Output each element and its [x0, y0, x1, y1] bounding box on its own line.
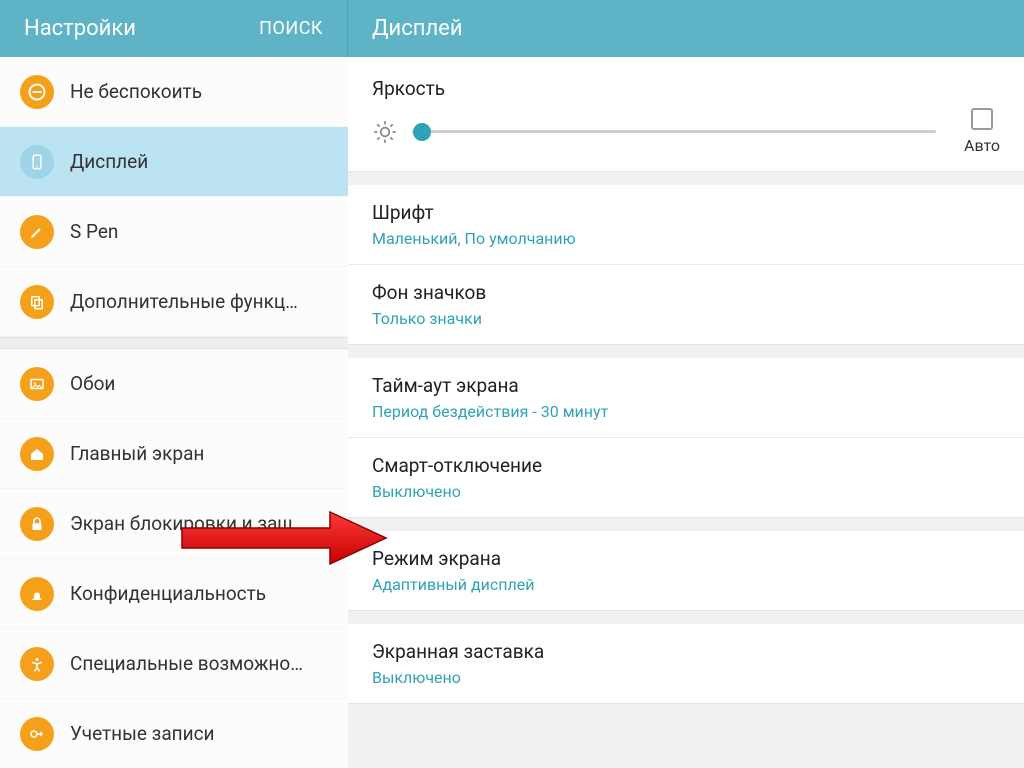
sidebar-item-label: Дисплей: [70, 150, 148, 173]
sidebar-list: Не беспокоить Дисплей S Pen Дополнительн…: [0, 57, 348, 768]
sidebar-item-wallpaper[interactable]: Обои: [0, 349, 348, 419]
sidebar-item-label: Учетные записи: [70, 722, 215, 745]
copy-icon: [20, 285, 54, 319]
row-sub: Адаптивный дисплей: [372, 575, 1000, 594]
row-title: Режим экрана: [372, 547, 1000, 570]
section-gap: [348, 611, 1024, 624]
section-gap: [348, 518, 1024, 531]
sidebar-header: Настройки ПОИСК: [0, 0, 348, 57]
home-icon: [20, 437, 54, 471]
brightness-section: Яркость Авто: [348, 57, 1024, 172]
row-sub: Выключено: [372, 482, 1000, 501]
row-title: Шрифт: [372, 201, 1000, 224]
brightness-row: Яркость Авто: [348, 57, 1024, 171]
sidebar-item-accounts[interactable]: Учетные записи: [0, 699, 348, 768]
sidebar-divider: [0, 337, 348, 349]
timeout-section: Тайм-аут экрана Период бездействия - 30 …: [348, 358, 1024, 518]
saver-section: Экранная заставка Выключено: [348, 624, 1024, 704]
row-screenmode[interactable]: Режим экрана Адаптивный дисплей: [348, 531, 1024, 610]
sidebar-item-privacy[interactable]: Конфиденциальность: [0, 559, 348, 629]
content-header: Дисплей: [348, 0, 1024, 57]
content: Дисплей Яркость Авто: [348, 0, 1024, 768]
sidebar-item-label: Конфиденциальность: [70, 582, 266, 605]
siren-icon: [20, 577, 54, 611]
row-timeout[interactable]: Тайм-аут экрана Период бездействия - 30 …: [348, 358, 1024, 437]
sidebar-item-label: Дополнительные функц…: [70, 290, 298, 313]
sidebar: Настройки ПОИСК Не беспокоить Дисплей: [0, 0, 348, 768]
sidebar-item-lock[interactable]: Экран блокировки и защ…: [0, 489, 348, 559]
auto-brightness-toggle[interactable]: Авто: [964, 108, 1000, 155]
brightness-control: Авто: [372, 108, 1000, 165]
sidebar-item-label: S Pen: [70, 220, 118, 243]
row-sub: Период бездействия - 30 минут: [372, 402, 1000, 421]
settings-title: Настройки: [24, 16, 136, 41]
sidebar-item-label: Экран блокировки и защ…: [70, 512, 306, 535]
search-button[interactable]: ПОИСК: [259, 18, 323, 39]
sidebar-item-label: Главный экран: [70, 442, 204, 465]
row-title: Экранная заставка: [372, 640, 1000, 663]
mode-section: Режим экрана Адаптивный дисплей: [348, 531, 1024, 611]
brightness-title: Яркость: [372, 77, 1000, 100]
sidebar-item-advanced[interactable]: Дополнительные функц…: [0, 267, 348, 337]
sidebar-item-label: Не беспокоить: [70, 80, 202, 103]
row-sub: Только значки: [372, 309, 1000, 328]
row-iconbg[interactable]: Фон значков Только значки: [348, 264, 1024, 344]
accessibility-icon: [20, 647, 54, 681]
key-icon: [20, 717, 54, 751]
row-smart-stay[interactable]: Смарт-отключение Выключено: [348, 437, 1024, 517]
sun-icon: [372, 119, 398, 145]
sidebar-item-label: Обои: [70, 372, 115, 395]
pen-icon: [20, 215, 54, 249]
auto-label: Авто: [964, 136, 1000, 155]
section-gap: [348, 345, 1024, 358]
image-icon: [20, 367, 54, 401]
row-title: Смарт-отключение: [372, 454, 1000, 477]
row-sub: Выключено: [372, 668, 1000, 687]
brightness-slider-thumb[interactable]: [413, 123, 431, 141]
sidebar-item-dnd[interactable]: Не беспокоить: [0, 57, 348, 127]
app-root: Настройки ПОИСК Не беспокоить Дисплей: [0, 0, 1024, 768]
sidebar-item-spen[interactable]: S Pen: [0, 197, 348, 267]
row-sub: Маленький, По умолчанию: [372, 229, 1000, 248]
row-screensaver[interactable]: Экранная заставка Выключено: [348, 624, 1024, 703]
sidebar-item-label: Специальные возможно…: [70, 652, 303, 675]
font-section: Шрифт Маленький, По умолчанию Фон значко…: [348, 185, 1024, 345]
dnd-icon: [20, 75, 54, 109]
sidebar-item-accessibility[interactable]: Специальные возможно…: [0, 629, 348, 699]
sidebar-item-home[interactable]: Главный экран: [0, 419, 348, 489]
section-gap: [348, 172, 1024, 185]
brightness-slider[interactable]: [412, 130, 936, 133]
display-icon: [20, 145, 54, 179]
row-title: Фон значков: [372, 281, 1000, 304]
row-font[interactable]: Шрифт Маленький, По умолчанию: [348, 185, 1024, 264]
checkbox-icon[interactable]: [971, 108, 993, 130]
row-title: Тайм-аут экрана: [372, 374, 1000, 397]
sidebar-item-display[interactable]: Дисплей: [0, 127, 348, 197]
lock-icon: [20, 507, 54, 541]
